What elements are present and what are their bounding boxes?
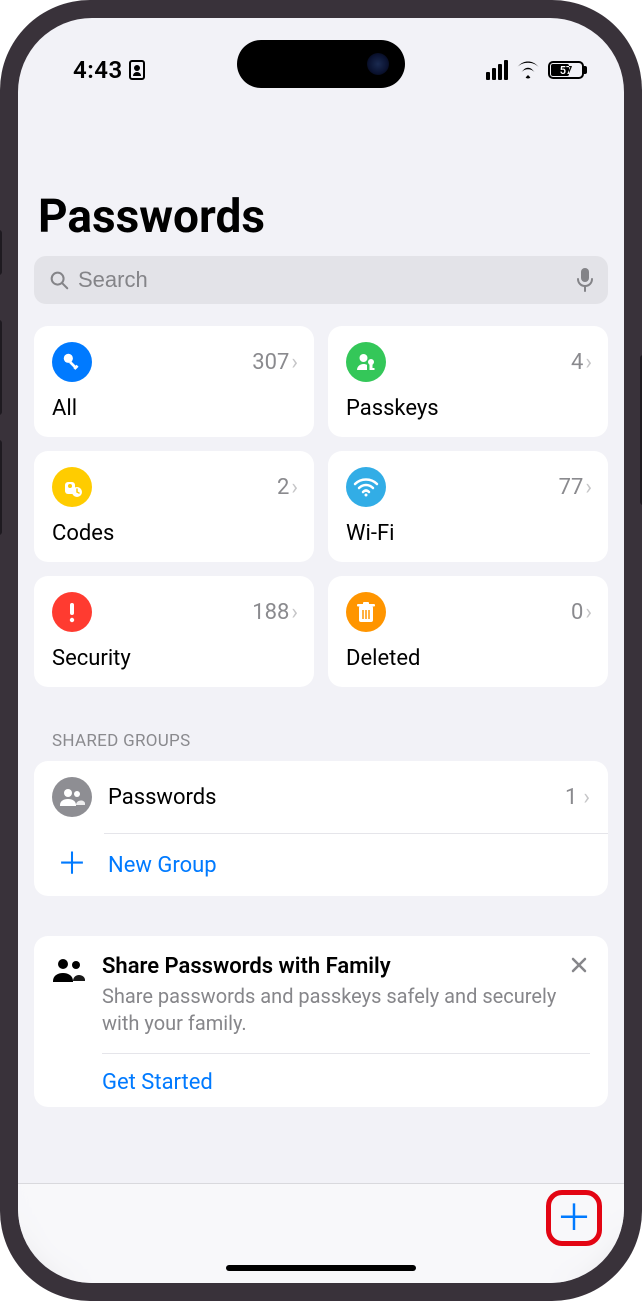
group-icon (52, 777, 92, 817)
content-area: Passwords 307› A (18, 98, 624, 1283)
tile-wifi-label: Wi-Fi (346, 521, 590, 546)
status-left: 4:43 (73, 56, 145, 84)
search-input[interactable] (78, 267, 576, 293)
battery-icon: 57 (548, 61, 584, 79)
highlight-ring (546, 1190, 602, 1246)
chevron-right-icon: › (291, 350, 298, 375)
key-icon (52, 342, 92, 382)
close-icon[interactable] (570, 956, 588, 974)
status-time: 4:43 (73, 56, 123, 84)
dynamic-island (237, 40, 405, 88)
add-password-button[interactable]: ＋ (546, 1190, 602, 1246)
chevron-right-icon: › (585, 600, 592, 625)
chevron-right-icon: › (585, 350, 592, 375)
home-indicator[interactable] (226, 1265, 416, 1271)
shared-groups-header: SHARED GROUPS (34, 731, 608, 751)
page-title: Passwords (34, 190, 608, 244)
promo-title: Share Passwords with Family (102, 954, 590, 979)
tile-deleted-label: Deleted (346, 646, 590, 671)
tile-passkeys-label: Passkeys (346, 396, 590, 421)
toolbar: ＋ (18, 1183, 624, 1283)
device-frame: 4:43 57 Passwords (0, 0, 642, 1301)
volume-down-button (0, 440, 2, 535)
tile-all-count: 307 (252, 350, 289, 375)
tile-codes-label: Codes (52, 521, 296, 546)
search-field[interactable] (34, 256, 608, 304)
silent-switch (0, 230, 2, 275)
chevron-right-icon: › (585, 475, 592, 500)
tile-codes[interactable]: 2› Codes (34, 451, 314, 562)
mic-icon[interactable] (576, 267, 594, 293)
plus-icon: ＋ (52, 850, 92, 880)
tile-security-label: Security (52, 646, 296, 671)
group-count: 1 (565, 785, 577, 810)
category-grid: 307› All 4› Passkeys (34, 326, 608, 687)
trash-icon (346, 592, 386, 632)
tile-wifi-count: 77 (559, 475, 584, 500)
group-name: Passwords (108, 785, 549, 810)
tile-deleted-count: 0 (571, 600, 583, 625)
family-share-promo: Share Passwords with Family Share passwo… (34, 936, 608, 1107)
tile-passkeys[interactable]: 4› Passkeys (328, 326, 608, 437)
tile-wifi[interactable]: 77› Wi-Fi (328, 451, 608, 562)
new-group-label: New Group (108, 853, 590, 878)
tile-all-label: All (52, 396, 296, 421)
search-icon (48, 269, 70, 291)
battery-level: 57 (560, 64, 573, 77)
tile-security[interactable]: 188› Security (34, 576, 314, 687)
alert-icon (52, 592, 92, 632)
passkey-icon (346, 342, 386, 382)
wifi-icon (516, 61, 540, 79)
tile-all[interactable]: 307› All (34, 326, 314, 437)
cellular-icon (486, 60, 508, 80)
codes-icon (52, 467, 92, 507)
group-row-passwords[interactable]: Passwords 1› (34, 761, 608, 833)
chevron-right-icon: › (291, 600, 298, 625)
id-badge-icon (129, 60, 145, 80)
volume-up-button (0, 320, 2, 415)
chevron-right-icon: › (291, 475, 298, 500)
tile-security-count: 188 (252, 600, 289, 625)
family-icon (52, 954, 86, 1037)
screen: 4:43 57 Passwords (18, 18, 624, 1283)
tile-codes-count: 2 (277, 475, 289, 500)
get-started-button[interactable]: Get Started (52, 1054, 590, 1107)
shared-groups-list: Passwords 1› ＋ New Group (34, 761, 608, 896)
chevron-right-icon: › (583, 785, 590, 810)
promo-subtitle: Share passwords and passkeys safely and … (102, 983, 590, 1037)
tile-passkeys-count: 4 (571, 350, 583, 375)
wifi-tile-icon (346, 467, 386, 507)
status-right: 57 (486, 60, 584, 80)
tile-deleted[interactable]: 0› Deleted (328, 576, 608, 687)
new-group-button[interactable]: ＋ New Group (34, 834, 608, 896)
